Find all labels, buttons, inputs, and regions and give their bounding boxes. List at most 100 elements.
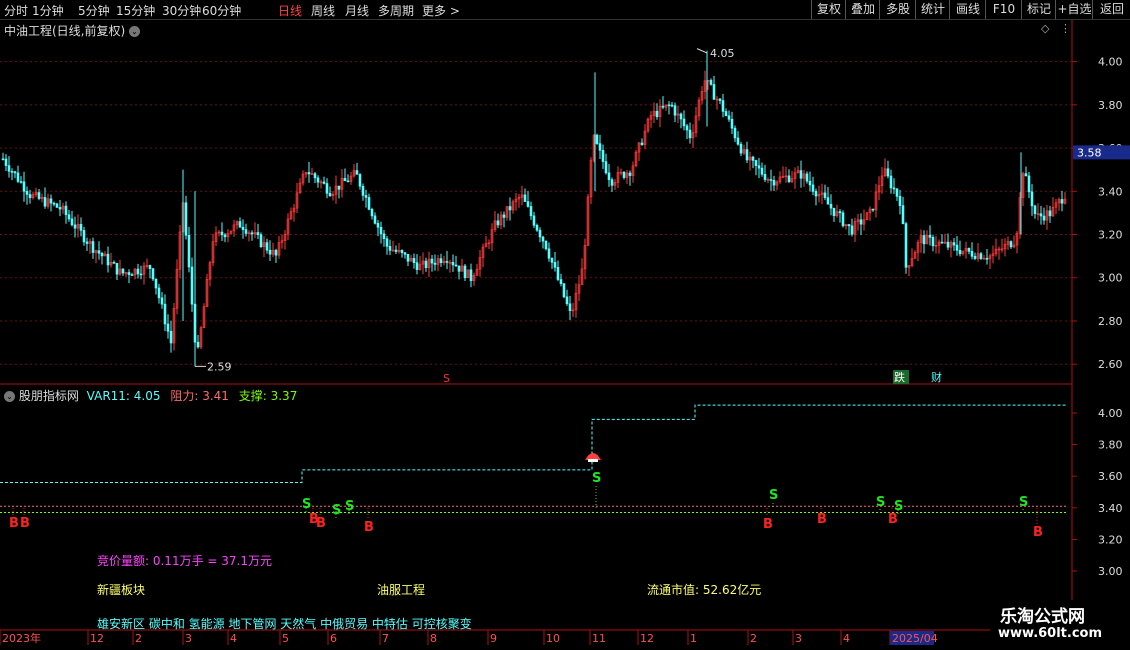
candle-body	[922, 235, 926, 245]
high-marker: 4.05	[710, 47, 735, 60]
buy-signal: B	[9, 516, 19, 531]
candle-body	[169, 330, 173, 344]
candle-body	[688, 129, 692, 139]
candle-body	[22, 181, 26, 192]
candle-body	[4, 158, 8, 166]
watermark-title: 乐淘公式网	[1000, 607, 1085, 627]
candle-body	[1027, 175, 1031, 193]
candle-body	[343, 178, 347, 182]
candle-body	[565, 296, 569, 305]
candle-body	[307, 172, 311, 175]
chevron-down-icon[interactable]: ⌄	[4, 391, 15, 402]
candle-body	[265, 242, 269, 251]
candle-body	[412, 258, 416, 263]
indicator-axis-label: 3.80	[1098, 439, 1123, 452]
candle-body	[52, 202, 56, 205]
candle-body	[100, 252, 104, 257]
candle-body	[829, 203, 833, 209]
price-label: 4.00	[1098, 56, 1123, 69]
candle-body	[457, 265, 461, 272]
candle-body	[373, 215, 377, 224]
candle-body	[673, 105, 677, 116]
candle-body	[568, 303, 572, 311]
candle-body	[157, 287, 161, 299]
candle-body	[886, 168, 890, 177]
candle-body	[712, 84, 716, 100]
candle-body	[166, 323, 170, 332]
candle-body	[328, 192, 332, 197]
candle-body	[871, 208, 875, 211]
indicator-axis-label: 3.40	[1098, 502, 1123, 515]
candle-body	[754, 160, 758, 166]
candle-body	[370, 209, 374, 217]
indicator-axis-label: 3.00	[1098, 565, 1123, 578]
candle-body	[67, 214, 71, 220]
candle-body	[739, 143, 743, 154]
candle-body	[1009, 241, 1013, 248]
candle-body	[358, 174, 362, 187]
die-marker: 跌	[894, 370, 905, 384]
indicator-name: 股朋指标网	[18, 389, 79, 403]
candle-body	[730, 118, 734, 129]
time-label: 10	[546, 632, 560, 645]
candle-body	[364, 195, 368, 198]
low-marker: 2.59	[207, 360, 232, 373]
candle-body	[439, 258, 443, 264]
candle-body	[901, 205, 905, 224]
candle-body	[550, 257, 554, 263]
candle-body	[184, 202, 188, 236]
candle-body	[37, 192, 41, 199]
candle-body	[931, 237, 935, 247]
candle-body	[1030, 191, 1034, 207]
candle-body	[91, 241, 95, 253]
candle-body	[535, 224, 539, 231]
candle-body	[454, 264, 458, 267]
candle-body	[661, 105, 665, 108]
candle-body	[220, 231, 224, 236]
candle-body	[163, 303, 167, 325]
time-label: 2	[750, 632, 757, 645]
candle-body	[847, 224, 851, 227]
candle-body	[682, 118, 686, 127]
candle-body	[268, 249, 272, 255]
candle-body	[538, 229, 542, 238]
sell-signal: S	[876, 495, 885, 510]
indicator-axis-label: 3.60	[1098, 470, 1123, 483]
candle-body	[970, 251, 974, 257]
time-label: 2023年	[2, 631, 41, 645]
candle-body	[832, 207, 836, 216]
resist-value: 阻力: 3.41	[170, 389, 229, 403]
candle-body	[64, 205, 68, 216]
candle-body	[1060, 199, 1064, 204]
candle-body	[313, 173, 317, 179]
candle-body	[55, 203, 59, 208]
candle-body	[973, 255, 977, 259]
candle-body	[1042, 215, 1046, 221]
candle-body	[532, 215, 536, 226]
candle-body	[16, 172, 20, 182]
candle-body	[745, 149, 749, 161]
candle-body	[529, 206, 533, 217]
candle-body	[1039, 213, 1043, 217]
candle-body	[25, 190, 29, 195]
indicator-axis-label: 3.20	[1098, 533, 1123, 546]
candle-body	[433, 262, 437, 265]
candle-body	[655, 110, 659, 118]
candle-body	[895, 188, 899, 197]
buy-signal: B	[20, 516, 30, 531]
buy-signal: B	[817, 512, 827, 527]
candle-body	[1033, 205, 1037, 215]
candle-body	[7, 165, 11, 172]
candle-body	[787, 175, 791, 182]
candle-body	[928, 234, 932, 238]
candle-body	[58, 207, 62, 210]
candle-body	[379, 226, 383, 235]
sell-signal: S	[592, 471, 601, 486]
candle-body	[196, 341, 200, 348]
candle-body	[733, 127, 737, 139]
candle-body	[751, 156, 755, 161]
price-label: 3.40	[1098, 185, 1123, 198]
current-price-label: 3.58	[1077, 146, 1102, 159]
candle-body	[139, 273, 143, 276]
candle-body	[376, 223, 380, 228]
